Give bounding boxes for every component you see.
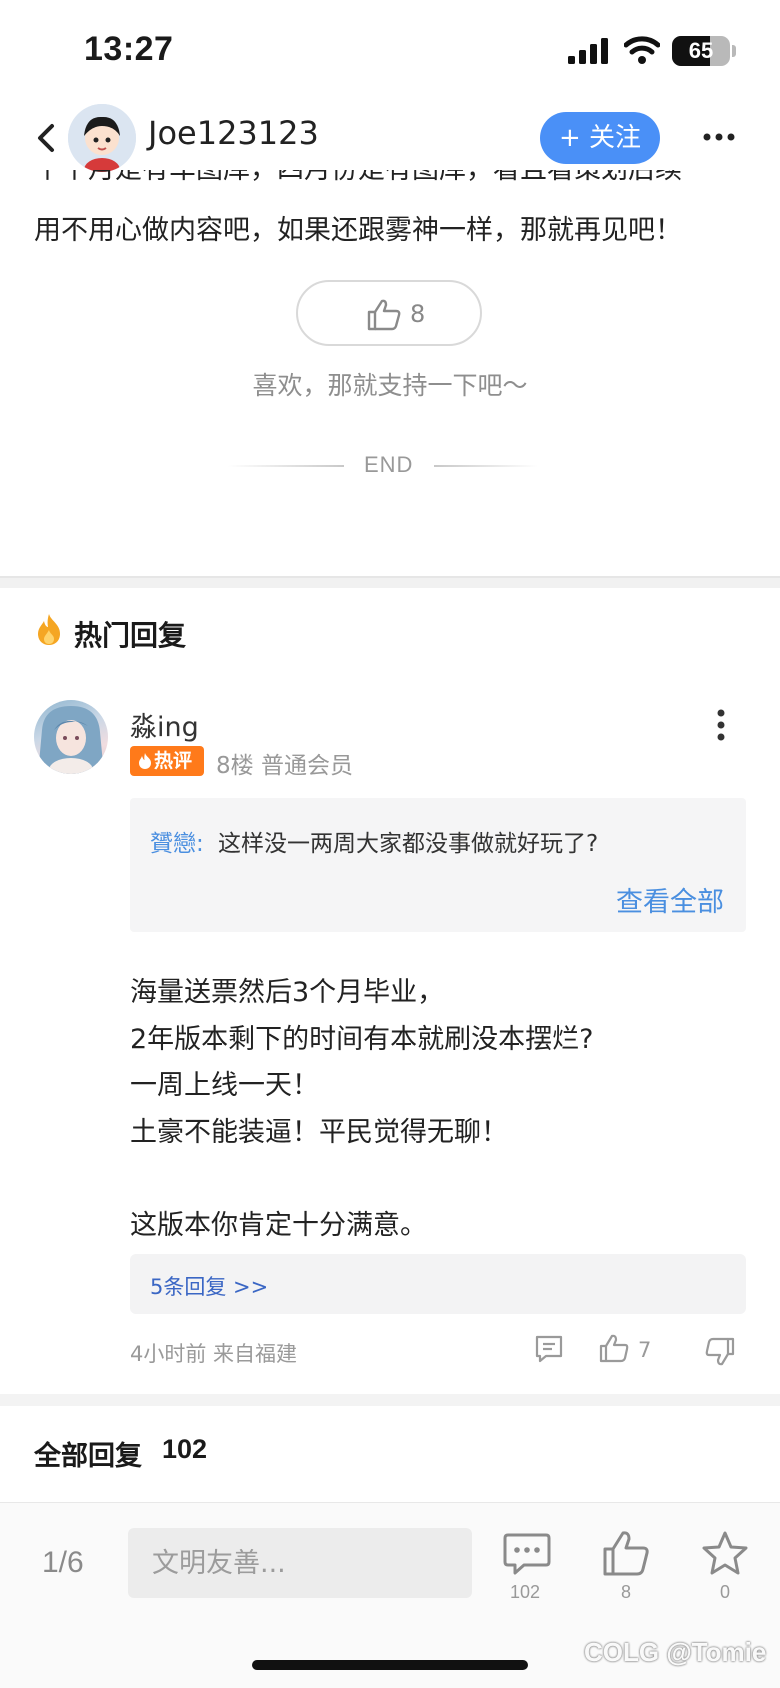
all-replies-count: 102 [162,1434,208,1464]
comment-floor-rank: 8楼 普通会员 [216,753,353,779]
favorite-count: 0 [719,1582,730,1602]
comment-body-line: 一周上线一天！ [130,1070,319,1102]
watermark: COLG @Tomie [584,1637,767,1667]
comment-body: 海量送票然后3个月毕业， 2年版本剩下的时间有本就刷没本摆烂? 一周上线一天！ … [130,970,594,1250]
all-replies-title: 全部回复 [34,1441,142,1472]
quoted-reply[interactable]: 贇戀: 这样没一两周大家都没事做就好玩了? 查看全部 [130,798,746,932]
article-text-partial: 个个月是有车图库，四月份是有图库，看且看策划后续 [34,170,744,192]
more-options-icon[interactable] [702,132,736,142]
cellular-signal-icon [568,38,608,64]
article-text: 用不用心做内容吧，如果还跟雾神一样，那就再见吧！ [34,215,682,246]
article-like-count: 8 [410,300,426,328]
author-name[interactable]: Joe123123 [148,114,319,152]
comment-like-icon[interactable] [598,1334,630,1364]
comment-body-line: 土豪不能装逼！平民觉得无聊！ [130,1116,508,1148]
comments-icon[interactable] [502,1530,552,1578]
battery-indicator: 65 [672,36,730,66]
page-indicator[interactable]: 1/6 [42,1546,84,1580]
like-count: 8 [620,1582,631,1602]
badge-flame-icon [139,753,151,769]
comment-body-line [130,1156,594,1203]
reply-icon[interactable] [534,1334,564,1364]
hot-replies-title: 热门回复 [74,619,187,652]
battery-level: 65 [688,38,714,63]
thumbs-up-icon [367,299,401,331]
end-divider-left [228,465,344,467]
flame-icon [38,614,60,645]
quoted-reply-user[interactable]: 贇戀: [150,824,204,858]
section-divider [0,1394,780,1406]
cartoon-avatar-icon [68,104,136,172]
quoted-reply-text: 这样没一两周大家都没事做就好玩了? [218,831,599,857]
view-all-link[interactable]: 查看全部 [616,880,724,919]
comment-time-location: 4小时前 来自福建 [130,1342,298,1366]
support-prompt: 喜欢，那就支持一下吧～ [252,371,528,400]
home-indicator [252,1660,528,1670]
anime-avatar-icon [38,706,104,774]
sub-replies-box[interactable]: 5条回复 >> [130,1254,746,1314]
section-divider [0,576,780,588]
comments-count: 102 [509,1582,541,1602]
comment-input[interactable] [128,1528,472,1598]
comment-body-line: 海量送票然后3个月毕业， [130,977,445,1008]
comment-like-count: 7 [638,1338,652,1362]
back-chevron-icon[interactable] [32,118,62,158]
wifi-icon [624,36,660,64]
dislike-icon[interactable] [704,1336,736,1366]
commenter-name[interactable]: 淼ing [130,705,199,744]
article-like-button[interactable]: 8 [296,280,482,346]
author-avatar[interactable] [68,104,136,172]
follow-button[interactable]: + 关注 [540,112,660,164]
hot-comment-badge: 热评 [130,746,204,776]
sub-replies-link[interactable]: 5条回复 >> [150,1271,268,1301]
favorite-star-icon[interactable] [700,1530,750,1578]
comment-more-icon[interactable] [716,708,726,742]
comment-body-line: 2年版本剩下的时间有本就刷没本摆烂? [130,1023,594,1055]
commenter-avatar[interactable] [34,700,108,774]
end-marker: END [364,452,414,477]
status-time: 13:27 [84,30,174,68]
like-icon[interactable] [601,1530,651,1578]
comment-body-line: 这版本你肯定十分满意。 [130,1209,427,1241]
battery-cap [732,45,736,57]
end-divider-right [434,465,538,467]
